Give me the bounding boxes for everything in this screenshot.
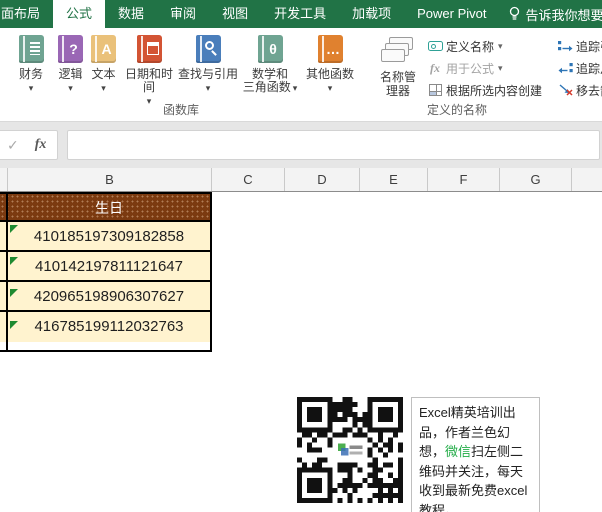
lookup-reference-button[interactable]: 查找与引用 ▾ xyxy=(178,35,239,93)
qr-code-svg xyxy=(297,397,403,503)
create-from-selection-label: 根据所选内容创建 xyxy=(446,83,543,98)
chevron-down-icon: ▾ xyxy=(101,83,106,93)
tab-power-pivot[interactable]: Power Pivot xyxy=(404,0,499,28)
group-function-library: 财务 ▾ ? 逻辑 ▾ A 文本 ▾ 日期和时间 ▾ 查找与引用 ▾ θ 数学和… xyxy=(0,28,362,121)
chevron-down-icon: ▾ xyxy=(498,40,503,51)
chevron-down-icon: ▾ xyxy=(205,83,211,93)
remove-arrows-label: 移去箭头 xyxy=(576,83,602,98)
formula-bar-controls: ✓ fx xyxy=(0,130,58,160)
tell-me-label: 告诉我你想要 xyxy=(525,7,602,23)
tab-add-ins[interactable]: 加载项 xyxy=(339,0,404,28)
ellipsis-book-icon: … xyxy=(317,35,343,63)
lookup-reference-label: 查找与引用 xyxy=(178,67,239,81)
name-manager-button[interactable]: 名称管理器 xyxy=(372,35,424,101)
column-header-h-sliver[interactable] xyxy=(572,168,602,191)
tell-me-box[interactable]: 告诉我你想要 xyxy=(499,0,602,28)
trace-dependents-icon xyxy=(556,62,574,74)
group-defined-names: 名称管理器 定义名称 ▾ fx 用于公式 ▾ 根据所选内容创建 定义的名称 xyxy=(366,28,548,121)
function-library-group-label: 函数库 xyxy=(162,103,199,117)
chevron-down-icon: ▾ xyxy=(327,83,333,93)
tab-formulas[interactable]: 公式 xyxy=(53,0,106,28)
error-triangle-icon xyxy=(10,289,18,297)
error-triangle-icon xyxy=(10,321,18,329)
use-in-formula-button[interactable]: fx 用于公式 ▾ xyxy=(426,57,542,79)
lightbulb-icon xyxy=(510,6,520,20)
chevron-down-icon: ▾ xyxy=(28,83,34,93)
text-button[interactable]: A 文本 ▾ xyxy=(87,35,120,93)
calendar-book-icon xyxy=(136,35,162,63)
insert-function-icon[interactable]: fx xyxy=(35,137,47,153)
ribbon-tab-bar: 面布局 公式 数据 审阅 视图 开发工具 加载项 Power Pivot 告诉我… xyxy=(0,0,602,28)
create-from-selection-button[interactable]: 根据所选内容创建 xyxy=(426,79,542,101)
trace-dependents-label: 追踪从属 xyxy=(576,61,602,76)
column-header-g[interactable]: G xyxy=(500,168,572,191)
math-trig-label-line2: 三角函数 xyxy=(242,80,291,94)
qr-code xyxy=(297,397,403,503)
wechat-text: 微信 xyxy=(445,444,472,459)
id-cell[interactable]: 410142197811121647 xyxy=(0,252,210,282)
trace-dependents-button[interactable]: 追踪从属 xyxy=(556,57,602,79)
error-triangle-icon xyxy=(10,225,18,233)
theta-book-icon: θ xyxy=(257,35,283,63)
math-trig-button[interactable]: θ 数学和 三角函数 ▾ xyxy=(238,35,302,94)
tab-review[interactable]: 审阅 xyxy=(157,0,209,28)
enter-icon[interactable]: ✓ xyxy=(7,137,19,154)
birthday-header-cell[interactable]: 生日 xyxy=(0,194,210,222)
more-functions-button[interactable]: … 其他函数 ▾ xyxy=(302,35,358,93)
name-tag-icon xyxy=(426,41,444,51)
logical-button[interactable]: ? 逻辑 ▾ xyxy=(54,35,87,93)
trace-precedents-icon xyxy=(556,40,574,52)
date-time-label: 日期和时间 xyxy=(124,67,173,94)
id-cell[interactable]: 416785199112032763 xyxy=(0,312,210,342)
chevron-down-icon: ▾ xyxy=(68,83,73,93)
financial-button[interactable]: 财务 ▾ xyxy=(8,35,54,93)
column-header-f[interactable]: F xyxy=(428,168,500,191)
trace-precedents-button[interactable]: 追踪引用 xyxy=(556,35,602,57)
formula-bar: ✓ fx xyxy=(0,122,602,168)
coins-book-icon xyxy=(18,35,44,63)
ribbon: 财务 ▾ ? 逻辑 ▾ A 文本 ▾ 日期和时间 ▾ 查找与引用 ▾ θ 数学和… xyxy=(0,28,602,122)
use-in-formula-label: 用于公式 xyxy=(446,61,495,76)
column-header-b[interactable]: B xyxy=(8,168,212,191)
date-time-button[interactable]: 日期和时间 ▾ xyxy=(120,35,178,106)
name-manager-icon xyxy=(381,37,415,67)
tab-view[interactable]: 视图 xyxy=(209,0,261,28)
selection-grid-icon xyxy=(426,84,444,96)
trace-precedents-label: 追踪引用 xyxy=(576,39,602,54)
remove-arrows-icon xyxy=(556,84,574,96)
column-header-row: B C D E F G xyxy=(0,168,602,192)
error-triangle-icon xyxy=(10,257,18,265)
tab-page-layout[interactable]: 面布局 xyxy=(0,0,53,28)
chevron-down-icon: ▾ xyxy=(292,83,298,93)
group-formula-auditing: 追踪引用 追踪从属 移去箭头 xyxy=(552,28,602,121)
defined-names-group-label: 定义的名称 xyxy=(427,103,488,117)
math-trig-label-line1: 数学和 xyxy=(251,67,288,81)
letter-a-book-icon: A xyxy=(91,35,116,63)
question-book-icon: ? xyxy=(58,35,83,63)
column-header-d[interactable]: D xyxy=(285,168,360,191)
id-cell[interactable]: 410185197309182858 xyxy=(0,222,210,252)
formula-input[interactable] xyxy=(67,130,600,160)
more-functions-label: 其他函数 xyxy=(305,67,354,81)
fx-tag-icon: fx xyxy=(430,60,440,75)
logical-label: 逻辑 xyxy=(58,67,83,81)
column-header-a-sliver[interactable] xyxy=(0,168,8,191)
name-manager-label: 名称管理器 xyxy=(379,70,416,98)
magnifier-book-icon xyxy=(195,35,221,63)
tab-developer[interactable]: 开发工具 xyxy=(261,0,339,28)
remove-arrows-button[interactable]: 移去箭头 xyxy=(556,79,602,101)
tab-data[interactable]: 数据 xyxy=(105,0,157,28)
birthday-table: 生日 410185197309182858 410142197811121647… xyxy=(0,192,212,352)
define-name-label: 定义名称 xyxy=(446,39,495,54)
chevron-down-icon: ▾ xyxy=(498,62,503,73)
define-name-button[interactable]: 定义名称 ▾ xyxy=(426,35,542,57)
column-header-c[interactable]: C xyxy=(212,168,285,191)
text-label: 文本 xyxy=(91,67,116,81)
id-cell[interactable]: 420965198906307627 xyxy=(0,282,210,312)
column-a-b-divider xyxy=(6,192,8,350)
qr-note-box: Excel精英培训出品，作者兰色幻想，微信扫左侧二维码并关注，每天收到最新免费e… xyxy=(411,397,540,512)
financial-label: 财务 xyxy=(18,67,43,81)
column-header-e[interactable]: E xyxy=(360,168,428,191)
excel-window: 面布局 公式 数据 审阅 视图 开发工具 加载项 Power Pivot 告诉我… xyxy=(0,0,602,512)
